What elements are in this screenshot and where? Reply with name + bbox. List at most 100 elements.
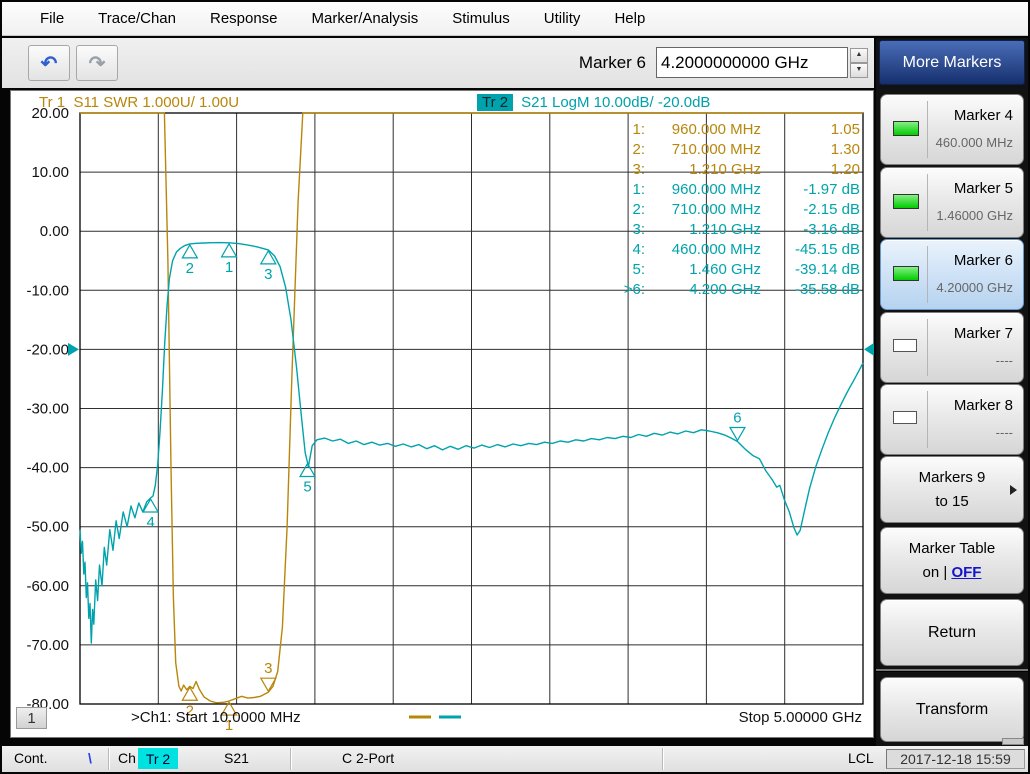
svg-text:-2.15 dB: -2.15 dB: [803, 201, 860, 218]
submenu-arrow-icon: [1010, 485, 1017, 495]
menu-item-file[interactable]: File: [38, 8, 66, 29]
trace1-header: Tr 1 S11 SWR 1.000U/ 1.00U: [39, 94, 239, 111]
svg-text:460.000 MHz: 460.000 MHz: [672, 241, 761, 258]
resize-grip[interactable]: [1002, 738, 1024, 745]
plot-svg: 20.0010.000.00-10.00-20.00-30.00-40.00-5…: [11, 91, 875, 739]
return-label: Return: [928, 620, 976, 646]
marker-off-led-icon: [893, 411, 917, 424]
ref-level-triangle-left[interactable]: [68, 343, 79, 356]
toolbar: ↶ ↷ Marker 6 ▲ ▼: [2, 38, 874, 88]
svg-text:2:: 2:: [632, 141, 645, 158]
svg-text:3:: 3:: [632, 161, 645, 178]
marker-table-on: on: [923, 564, 940, 581]
marker-table-button[interactable]: Marker Table on | OFF: [880, 527, 1024, 594]
sweep-indicator-icon: \: [88, 750, 92, 766]
status-divider: [108, 748, 109, 770]
marker-1-triangle: [222, 244, 237, 257]
menu-item-utility[interactable]: Utility: [542, 8, 583, 29]
softkey-marker-6[interactable]: Marker 64.20000 GHz: [880, 239, 1024, 310]
app-window: File Trace/Chan Response Marker/Analysis Sti…: [0, 0, 1030, 774]
trace2-format-label: S21 LogM 10.00dB/ -20.0dB: [521, 94, 710, 111]
menu-item-response[interactable]: Response: [208, 8, 280, 29]
y-axis-ticks: 20.0010.000.00-10.00-20.00-30.00-40.00-5…: [26, 105, 69, 713]
svg-text:960.000 MHz: 960.000 MHz: [672, 181, 761, 198]
svg-text:1: 1: [225, 259, 233, 276]
lcl-status: LCL: [848, 750, 874, 766]
redo-arrow-icon: ↷: [89, 51, 106, 76]
svg-text:-70.00: -70.00: [26, 637, 69, 654]
svg-text:6: 6: [733, 409, 741, 426]
markers-9-line1: Markers 9: [919, 466, 986, 490]
tr2-markers[interactable]: 123456: [143, 244, 745, 531]
status-bar: Cont. \ Ch 1 Tr 2 S21 C 2-Port LCL 2017-…: [2, 746, 1028, 772]
marker-entry-label: Marker 6: [579, 53, 646, 73]
softkey-marker-7[interactable]: Marker 7 ----: [880, 312, 1024, 383]
transform-label: Transform: [916, 697, 988, 723]
menu-item-marker-analysis[interactable]: Marker/Analysis: [310, 8, 421, 29]
marker-on-led-icon: [893, 121, 919, 136]
svg-text:960.000 MHz: 960.000 MHz: [672, 121, 761, 138]
spinner-down-icon[interactable]: ▼: [850, 63, 868, 78]
menu-item-trace-chan[interactable]: Trace/Chan: [96, 8, 178, 29]
svg-text:1.20: 1.20: [831, 161, 860, 178]
svg-text:>Ch1: Start 10.0000 MHz: >Ch1: Start 10.0000 MHz: [131, 709, 301, 726]
svg-text:-35.58 dB: -35.58 dB: [795, 281, 860, 298]
menu-item-stimulus[interactable]: Stimulus: [450, 8, 512, 29]
svg-text:Stop 5.00000 GHz: Stop 5.00000 GHz: [739, 709, 862, 726]
softkey-value: 4.20000 GHz: [936, 280, 1013, 295]
markers-9-line2: to 15: [935, 490, 968, 514]
marker-on-led-icon: [893, 266, 919, 281]
softkey-value: ----: [996, 353, 1013, 368]
svg-text:3: 3: [264, 660, 272, 677]
softkey-value: 1.46000 GHz: [936, 208, 1013, 223]
active-trace-chip: Tr 2: [138, 748, 178, 769]
svg-text:1.210 GHz: 1.210 GHz: [689, 221, 761, 238]
svg-text:-60.00: -60.00: [26, 578, 69, 595]
softkey-marker-5[interactable]: Marker 51.46000 GHz: [880, 167, 1024, 238]
markers-9-to-15-button[interactable]: Markers 9 to 15: [880, 456, 1024, 523]
undo-button[interactable]: ↶: [28, 45, 70, 81]
svg-text:-3.16 dB: -3.16 dB: [803, 221, 860, 238]
softkey-divider: [927, 101, 928, 158]
svg-text:1.30: 1.30: [831, 141, 860, 158]
marker-2-triangle: [182, 687, 197, 700]
marker-frequency-input[interactable]: [656, 47, 848, 78]
softkey-sidebar: More Markers Marker 4 460.000 MHz Marker 5…: [876, 38, 1028, 746]
ref-level-triangle-right[interactable]: [864, 343, 874, 356]
more-markers-header[interactable]: More Markers: [879, 40, 1025, 85]
svg-text:3:: 3:: [632, 221, 645, 238]
frequency-spinner: ▲ ▼: [850, 48, 868, 78]
softkey-label: Marker 4: [954, 107, 1013, 124]
softkey-marker-4[interactable]: Marker 4 460.000 MHz: [880, 94, 1024, 165]
trace2-badge[interactable]: Tr 2: [477, 94, 513, 111]
spinner-up-icon[interactable]: ▲: [850, 48, 868, 63]
svg-text:-39.14 dB: -39.14 dB: [795, 261, 860, 278]
status-divider: [662, 748, 663, 770]
sidebar-divider: [876, 669, 1028, 672]
measurement-status: S21: [224, 750, 249, 766]
svg-text:10.00: 10.00: [31, 164, 69, 181]
menu-item-help[interactable]: Help: [612, 8, 647, 29]
softkey-divider: [927, 391, 928, 448]
svg-text:-40.00: -40.00: [26, 460, 69, 477]
marker-table-off[interactable]: OFF: [951, 564, 981, 581]
svg-text:4: 4: [146, 514, 154, 531]
svg-text:4.200 GHz: 4.200 GHz: [689, 281, 761, 298]
marker-on-led-icon: [893, 194, 919, 209]
softkey-label: Marker 7: [954, 325, 1013, 342]
softkey-divider: [927, 246, 928, 303]
svg-text:3: 3: [264, 266, 272, 283]
softkey-marker-8[interactable]: Marker 8----: [880, 384, 1024, 455]
marker-off-led-icon: [893, 339, 917, 352]
graph-panel: Tr 1 S11 SWR 1.000U/ 1.00U Tr 2 S21 LogM…: [10, 90, 874, 738]
marker-stimulus-entry: Marker 6 ▲ ▼: [579, 47, 868, 78]
svg-text:-1.97 dB: -1.97 dB: [803, 181, 860, 198]
redo-button[interactable]: ↷: [76, 45, 118, 81]
undo-arrow-icon: ↶: [41, 51, 58, 76]
svg-text:710.000 MHz: 710.000 MHz: [672, 141, 761, 158]
softkey-value: 460.000 MHz: [936, 135, 1013, 150]
svg-text:-50.00: -50.00: [26, 519, 69, 536]
transform-button[interactable]: Transform: [880, 677, 1024, 742]
svg-text:2: 2: [186, 260, 194, 277]
return-button[interactable]: Return: [880, 599, 1024, 666]
